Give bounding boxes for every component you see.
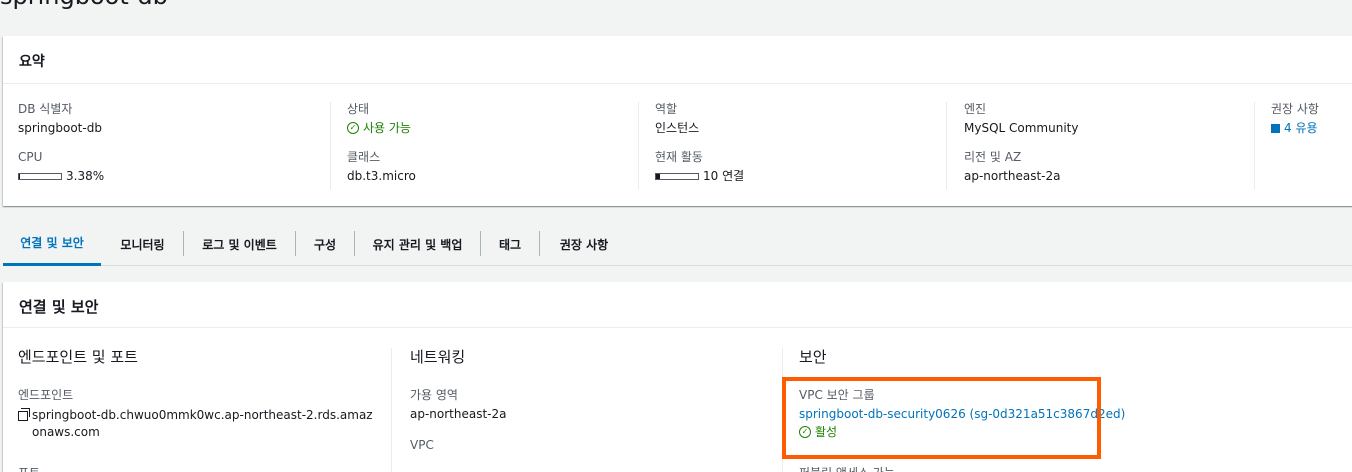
summary-col-recommendations: 권장 사항 4 유용 [1254,102,1352,190]
role-label: 역할 [655,102,678,116]
region-az-label: 리전 및 AZ [964,150,1022,164]
summary-col-engine: 엔진 MySQL Community 리전 및 AZ ap-northeast-… [946,102,1254,190]
cpu-meter [18,172,62,180]
db-identifier-label: DB 식별자 [18,102,73,116]
summary-col-role: 역할 인스턴스 현재 활동 10 연결 [638,102,946,190]
public-access-label: 퍼블릭 액세스 가능 [799,464,895,472]
class-label: 클래스 [347,150,381,164]
security-section-title: 보안 [799,348,827,366]
activity-meter [655,172,699,180]
tab-recommendations[interactable]: 권장 사항 [540,222,628,266]
highlight-box [782,377,1101,459]
tab-bar: 연결 및 보안 모니터링 로그 및 이벤트 구성 유지 관리 및 백업 태그 권… [3,222,1352,266]
summary-title: 요약 [3,36,1352,84]
activity-meter-fill [656,173,661,179]
activity-label: 현재 활동 [655,150,703,164]
summary-grid: DB 식별자 springboot-db CPU 3.38% 상태 ✓ 사용 가… [3,102,1352,192]
networking-section-title: 네트워킹 [410,348,466,366]
vpc-label: VPC [410,438,434,452]
summary-col-status: 상태 ✓ 사용 가능 클래스 db.t3.micro [330,102,638,190]
page-title: springboot-db [0,0,168,10]
port-label: 포트 [18,464,40,472]
endpoint-section: 엔드포인트 및 포트 엔드포인트 springboot-db.chwuo0mmk… [18,348,391,472]
activity-value: 10 연결 [655,169,946,183]
tab-logs-events[interactable]: 로그 및 이벤트 [184,222,295,266]
tab-monitoring[interactable]: 모니터링 [103,222,182,266]
summary-col-identifier: DB 식별자 springboot-db CPU 3.38% [18,102,328,190]
cpu-label: CPU [18,150,43,164]
status-value: ✓ 사용 가능 [347,121,638,135]
endpoint-value: springboot-db.chwuo0mmk0wc.ap-northeast-… [18,407,378,441]
recommendations-link[interactable]: 4 유용 [1271,121,1352,135]
recommendations-label: 권장 사항 [1271,102,1319,116]
status-label: 상태 [347,102,370,116]
role-value: 인스턴스 [655,121,700,135]
cpu-value: 3.38% [18,169,328,183]
connectivity-title: 연결 및 보안 [3,282,1352,328]
endpoint-section-title: 엔드포인트 및 포트 [18,348,138,366]
info-square-icon [1271,123,1280,133]
connectivity-panel: 연결 및 보안 엔드포인트 및 포트 엔드포인트 springboot-db.c… [3,282,1352,472]
tab-connectivity-security[interactable]: 연결 및 보안 [3,222,101,266]
az-value: ap-northeast-2a [410,407,507,421]
tab-maintenance-backup[interactable]: 유지 관리 및 백업 [355,222,480,266]
db-identifier-value: springboot-db [18,121,102,135]
summary-panel: 요약 DB 식별자 springboot-db CPU 3.38% 상태 ✓ 사… [3,36,1352,206]
class-value: db.t3.micro [347,169,416,183]
engine-label: 엔진 [964,102,987,116]
endpoint-label: 엔드포인트 [18,388,74,402]
engine-value: MySQL Community [964,121,1079,135]
tab-tags[interactable]: 태그 [481,222,539,266]
cpu-meter-fill [19,173,21,179]
copy-icon[interactable] [18,408,30,421]
az-label: 가용 영역 [410,388,458,402]
region-az-value: ap-northeast-2a [964,169,1061,183]
tab-configuration[interactable]: 구성 [296,222,354,266]
networking-section: 네트워킹 가용 영역 ap-northeast-2a VPC [391,348,782,472]
check-circle-icon: ✓ [347,122,359,134]
